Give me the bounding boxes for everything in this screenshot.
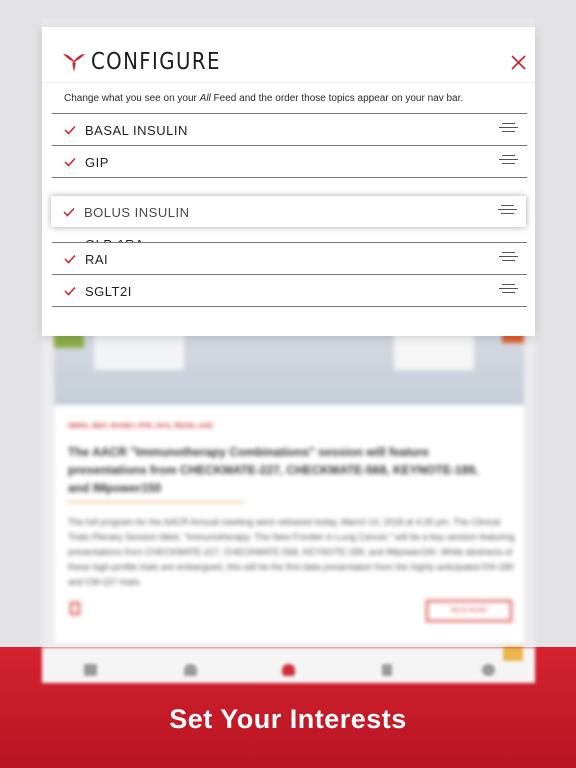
close-icon[interactable] — [510, 54, 527, 71]
drag-handle-icon[interactable] — [499, 252, 518, 264]
description-prefix: Change what you see on your — [64, 93, 200, 104]
checkmark-icon[interactable] — [64, 254, 76, 264]
topic-row[interactable]: RAI — [52, 242, 527, 274]
topic-label: BASAL INSULIN — [85, 123, 188, 138]
bird-logo-icon — [63, 54, 85, 72]
topic-label: RAI — [85, 252, 109, 267]
footer-headline: Set Your Interests — [169, 704, 407, 734]
background-article-card: NRRA, BMY, BVHBY, PFE, NVS, REGN, AZN Th… — [54, 405, 524, 643]
checkmark-icon[interactable] — [64, 286, 76, 296]
row-divider — [52, 177, 527, 178]
modal-header: CONFIGURE — [42, 27, 535, 83]
article-tickers: NRRA, BMY, BVHBY, PFE, NVS, REGN, AZN — [68, 423, 213, 430]
modal-title: CONFIGURE — [91, 49, 221, 75]
briefcase-tab-icon — [282, 664, 295, 676]
topic-label: BOLUS INSULIN — [84, 205, 190, 220]
drag-handle-icon[interactable] — [498, 205, 517, 217]
drag-handle-icon[interactable] — [499, 155, 518, 167]
topic-row[interactable]: SGLT2I — [52, 274, 527, 307]
drag-handle-icon[interactable] — [499, 284, 518, 296]
bookmark-icon — [70, 602, 80, 615]
description-emphasis: All — [199, 93, 211, 104]
search-tab-icon — [482, 664, 495, 676]
article-body: The full program for the AACR Annual mee… — [68, 517, 515, 587]
profile-tab-icon — [184, 664, 197, 676]
configure-modal: CONFIGURE Change what you see on your Al… — [42, 27, 535, 336]
feed-tab-icon — [84, 664, 97, 676]
modal-description: Change what you see on your All Feed and… — [64, 93, 463, 104]
read-more-button: READ MORE — [426, 600, 512, 622]
topic-label: SGLT2I — [85, 284, 132, 299]
article-title: The AACR "Immunotherapy Combinations" se… — [68, 445, 479, 495]
drag-handle-icon[interactable] — [499, 123, 518, 135]
bookmark-tab-icon — [382, 664, 392, 676]
topic-label: GIP — [85, 155, 109, 170]
notification-badge — [503, 647, 523, 661]
checkmark-icon[interactable] — [63, 207, 75, 217]
bottom-nav-bar — [42, 647, 535, 683]
checkmark-icon[interactable] — [64, 157, 76, 167]
checkmark-icon[interactable] — [64, 125, 76, 135]
dragging-topic-row[interactable]: BOLUS INSULIN — [51, 196, 526, 227]
description-suffix: Feed and the order those topics appear o… — [210, 93, 464, 104]
article-divider — [68, 501, 244, 503]
topic-row[interactable]: BASAL INSULIN — [52, 113, 527, 145]
topic-row[interactable]: GIP — [52, 145, 527, 177]
